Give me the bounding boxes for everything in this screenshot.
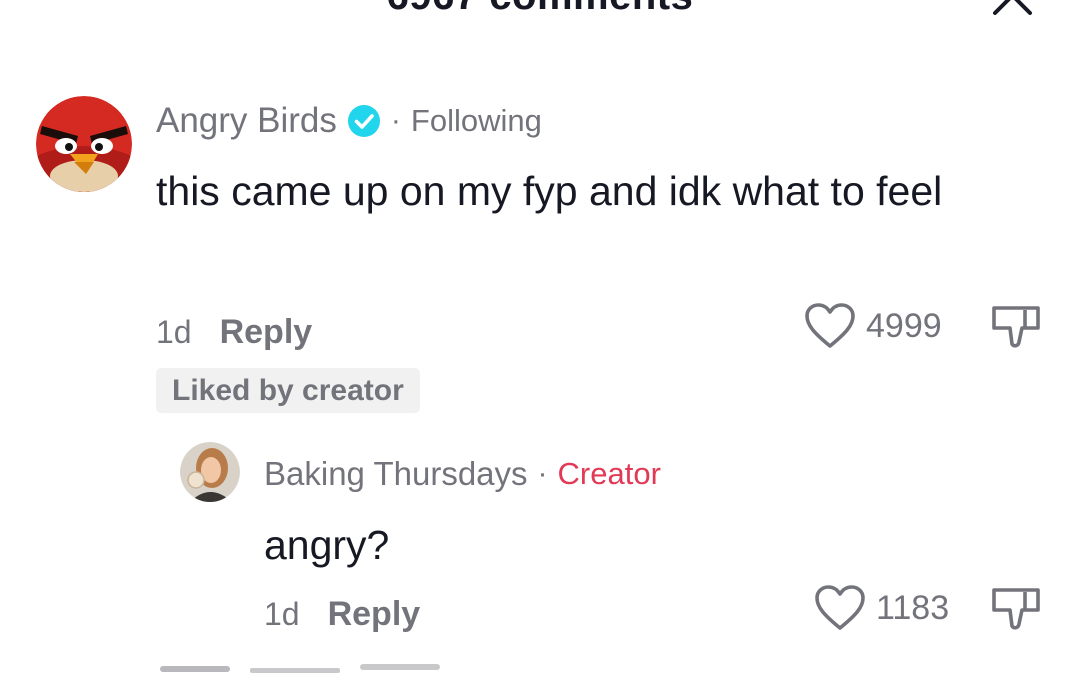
like-button[interactable]: 4999: [804, 301, 942, 351]
reply-button[interactable]: Reply: [220, 313, 313, 352]
timestamp: 1d: [264, 595, 300, 632]
creator-avatar[interactable]: [180, 442, 240, 502]
heart-outline-icon: [805, 303, 855, 348]
reply-meta: 1d Reply: [264, 592, 420, 636]
liked-by-creator-badge: Liked by creator: [156, 368, 420, 413]
reply-button[interactable]: Reply: [328, 595, 421, 634]
heart-outline-icon: [815, 585, 865, 630]
username[interactable]: Baking Thursdays: [264, 455, 528, 493]
username[interactable]: Angry Birds: [156, 101, 337, 141]
dislike-icon[interactable]: [990, 584, 1042, 634]
next-comment-peek: [160, 664, 440, 673]
comments-count-title: 6967 comments: [0, 0, 1080, 19]
separator-dot: ·: [390, 104, 401, 137]
angry-bird-avatar[interactable]: [36, 96, 132, 192]
like-count: 1183: [876, 588, 950, 627]
comment-meta: 1d Reply: [156, 310, 312, 354]
separator-dot: ·: [537, 457, 548, 490]
close-icon[interactable]: [990, 0, 1036, 18]
following-label: Following: [410, 103, 542, 138]
reply-text: angry?: [264, 522, 390, 568]
comment-header: Angry Birds · Following: [156, 100, 542, 142]
like-count: 4999: [866, 306, 942, 345]
verified-badge-icon: [347, 105, 380, 137]
timestamp: 1d: [156, 313, 192, 350]
reply-header: Baking Thursdays · Creator: [264, 454, 661, 494]
like-button[interactable]: 1183: [814, 583, 949, 633]
comment-text: this came up on my fyp and idk what to f…: [156, 168, 943, 214]
creator-label: Creator: [557, 456, 661, 491]
dislike-icon[interactable]: [990, 302, 1042, 352]
